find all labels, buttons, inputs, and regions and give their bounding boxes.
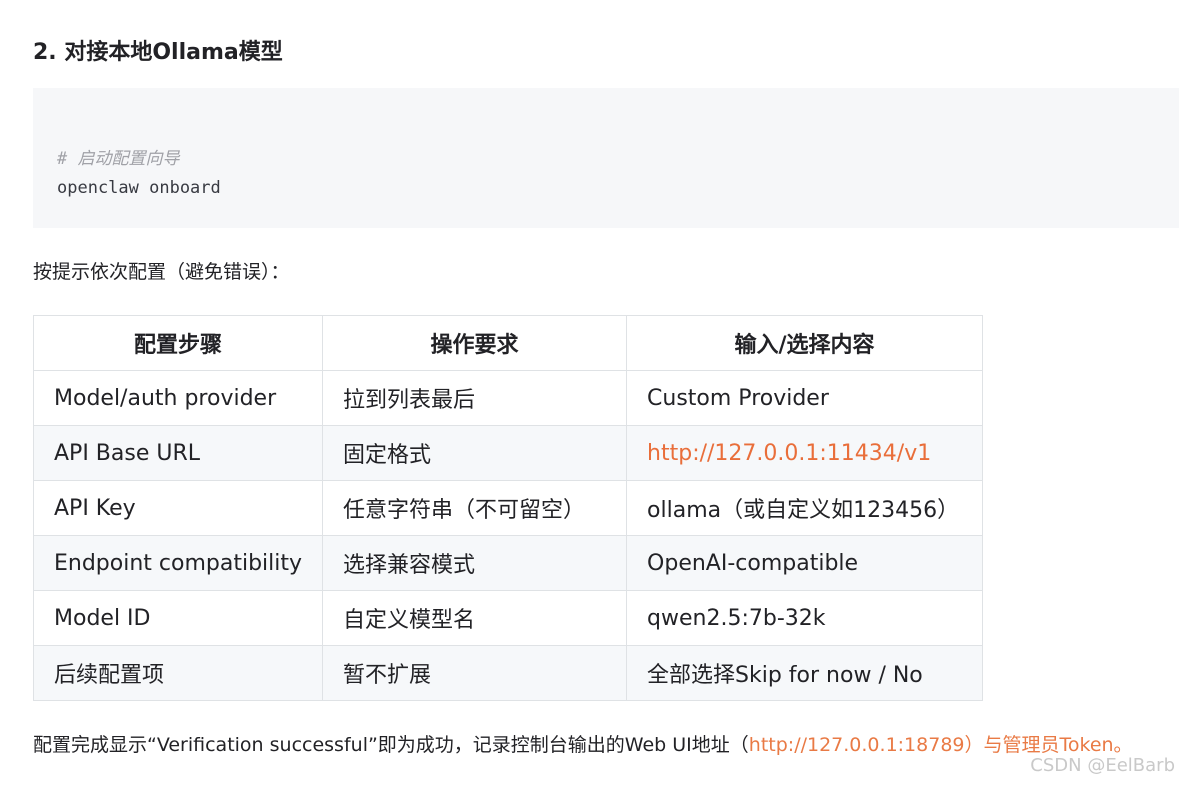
table-cell: 自定义模型名: [322, 590, 628, 646]
header-step: 配置步骤: [32, 315, 324, 371]
table-row: Model ID 自定义模型名 qwen2.5:7b-32k: [32, 590, 984, 646]
table-cell: 暂不扩展: [322, 645, 628, 701]
table-cell: API Base URL: [32, 425, 324, 481]
code-block: # 启动配置向导 openclaw onboard: [33, 88, 1179, 228]
table-cell: http://127.0.0.1:11434/v1: [626, 425, 984, 481]
intro-text: 按提示依次配置（避免错误）：: [33, 261, 290, 283]
section-heading: 2. 对接本地Ollama模型: [33, 40, 283, 65]
table-row: API Key 任意字符串（不可留空） ollama（或自定义如123456）: [32, 480, 984, 536]
header-input: 输入/选择内容: [626, 315, 984, 371]
table-cell: ollama（或自定义如123456）: [626, 480, 984, 536]
table-cell: Endpoint compatibility: [32, 535, 324, 591]
footer-text: 配置完成显示“Verification successful”即为成功，记录控制…: [33, 731, 1133, 759]
code-command: openclaw onboard: [57, 178, 221, 198]
config-table: 配置步骤 操作要求 输入/选择内容 Model/auth provider 拉到…: [32, 315, 984, 701]
table-cell: 任意字符串（不可留空）: [322, 480, 628, 536]
table-row: 后续配置项 暂不扩展 全部选择Skip for now / No: [32, 645, 984, 701]
table-cell: 固定格式: [322, 425, 628, 481]
header-requirement: 操作要求: [322, 315, 628, 371]
table-cell: qwen2.5:7b-32k: [626, 590, 984, 646]
table-cell: 选择兼容模式: [322, 535, 628, 591]
footer-text-before: 配置完成显示“Verification successful”即为成功，记录控制…: [33, 734, 749, 756]
table-cell: 拉到列表最后: [322, 370, 628, 426]
table-cell: API Key: [32, 480, 324, 536]
table-cell: 全部选择Skip for now / No: [626, 645, 984, 701]
table-row: Model/auth provider 拉到列表最后 Custom Provid…: [32, 370, 984, 426]
table-row: Endpoint compatibility 选择兼容模式 OpenAI-com…: [32, 535, 984, 591]
table-cell: OpenAI-compatible: [626, 535, 984, 591]
base-url-link[interactable]: http://127.0.0.1:11434/v1: [647, 441, 931, 466]
table-cell: Model ID: [32, 590, 324, 646]
table-cell: Custom Provider: [626, 370, 984, 426]
table-header-row: 配置步骤 操作要求 输入/选择内容: [32, 315, 984, 371]
table-cell: Model/auth provider: [32, 370, 324, 426]
table-cell: 后续配置项: [32, 645, 324, 701]
code-comment: # 启动配置向导: [57, 149, 180, 169]
table-row: API Base URL 固定格式 http://127.0.0.1:11434…: [32, 425, 984, 481]
watermark: CSDN @EelBarb: [1030, 755, 1175, 776]
